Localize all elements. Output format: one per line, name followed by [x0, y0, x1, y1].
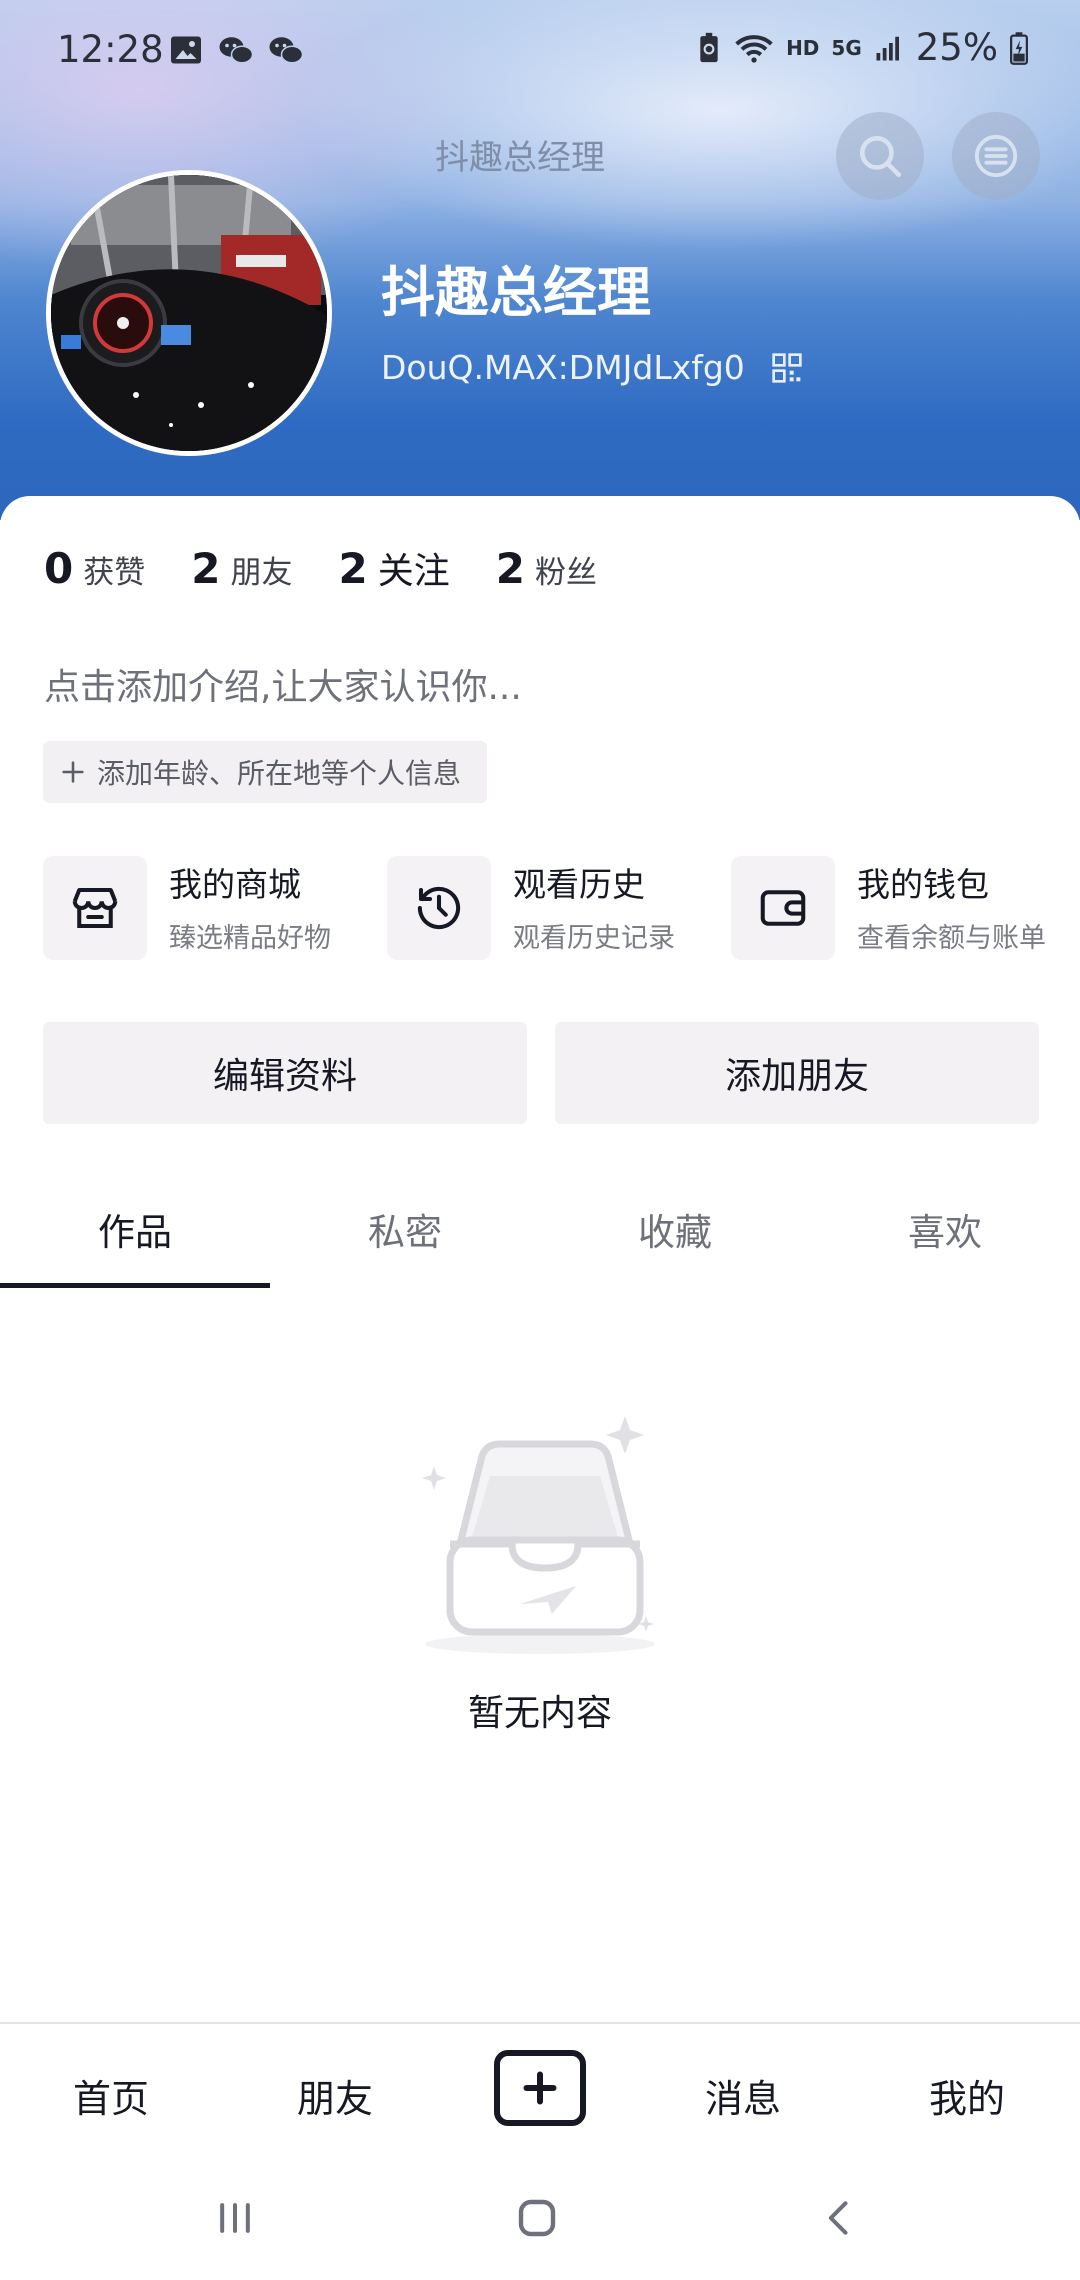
- empty-state-text: 暂无内容: [467, 1693, 612, 1734]
- bottom-nav-friends[interactable]: 朋友: [297, 2068, 373, 2123]
- bio-placeholder[interactable]: 点击添加介绍,让大家认识你...: [44, 658, 522, 710]
- shortcut-wallet-title: 我的钱包: [857, 864, 989, 904]
- stat-friends-value: 2: [191, 544, 221, 593]
- empty-box-icon: [422, 1416, 655, 1654]
- shortcut-store-subtitle: 臻选精品好物: [169, 922, 331, 954]
- stat-followers-value: 2: [495, 544, 525, 593]
- bottom-nav: 首页 朋友 消息 我的: [0, 2022, 1080, 2162]
- battery-percent: 25%: [915, 26, 998, 69]
- back-button[interactable]: [810, 2188, 870, 2248]
- notification-icons: [168, 32, 304, 68]
- plus-icon: [523, 2071, 557, 2105]
- profile-id-row[interactable]: DouQ.MAX:DMJdLxfg0: [381, 348, 803, 387]
- stat-likes-value: 0: [44, 544, 74, 593]
- stat-following-label: 关注: [377, 551, 450, 592]
- wifi-icon: [735, 34, 773, 63]
- wechat-icon: [219, 37, 254, 64]
- menu-icon: [974, 134, 1018, 178]
- stat-following[interactable]: 2 关注: [338, 542, 449, 594]
- avatar[interactable]: [46, 170, 332, 456]
- shortcut-history-title: 观看历史: [513, 864, 645, 904]
- qr-code-icon[interactable]: [771, 352, 803, 384]
- add-info-button[interactable]: 添加年龄、所在地等个人信息: [43, 741, 488, 803]
- shortcut-wallet-icon-box: [731, 856, 835, 960]
- stat-likes[interactable]: 0 获赞: [44, 544, 145, 593]
- shortcut-wallet-subtitle: 查看余额与账单: [857, 922, 1046, 954]
- profile-id: DouQ.MAX:DMJdLxfg0: [381, 348, 745, 387]
- home-button[interactable]: [507, 2188, 567, 2248]
- search-icon: [860, 136, 902, 178]
- bottom-nav-me[interactable]: 我的: [929, 2068, 1005, 2123]
- profile-card: 0 获赞 2 朋友 2 关注 2 粉丝 点击添加介绍,让大家认识你... 添加年…: [0, 496, 1080, 2022]
- tab-works[interactable]: 作品: [0, 1196, 270, 1288]
- stats-row: 0 获赞 2 朋友 2 关注 2 粉丝: [44, 542, 597, 594]
- tab-favorites[interactable]: 收藏: [540, 1196, 810, 1288]
- tab-private[interactable]: 私密: [270, 1196, 540, 1288]
- shortcut-store-title: 我的商城: [169, 864, 301, 904]
- signal-bars-icon: [876, 36, 899, 60]
- gallery-icon: [171, 36, 201, 64]
- status-time: 12:28: [57, 28, 164, 71]
- recent-apps-icon: [220, 2203, 250, 2233]
- system-status-icons: HD 5G 25%: [696, 26, 1028, 69]
- shortcut-wallet[interactable]: 我的钱包 查看余额与账单: [731, 856, 1046, 960]
- edit-profile-button[interactable]: 编辑资料: [43, 1022, 527, 1124]
- avatar-image: [51, 175, 327, 451]
- search-button[interactable]: [836, 112, 924, 200]
- empty-state: 暂无内容: [0, 1416, 1080, 1736]
- recent-apps-button[interactable]: [205, 2188, 265, 2248]
- store-icon: [72, 887, 118, 929]
- back-icon: [828, 2201, 848, 2235]
- stat-following-value: 2: [338, 544, 368, 593]
- menu-button[interactable]: [952, 112, 1040, 200]
- profile-name: 抖趣总经理: [381, 261, 651, 324]
- stat-friends[interactable]: 2 朋友: [191, 544, 292, 593]
- shortcut-history[interactable]: 观看历史 观看历史记录: [387, 856, 675, 960]
- content-tabs: 作品 私密 收藏 喜欢: [0, 1196, 1080, 1288]
- history-icon: [417, 886, 461, 930]
- tab-likes[interactable]: 喜欢: [810, 1196, 1080, 1288]
- bottom-nav-home[interactable]: 首页: [73, 2068, 149, 2123]
- battery-saver-icon: [700, 32, 718, 62]
- stat-followers[interactable]: 2 粉丝: [496, 544, 597, 593]
- shortcut-history-subtitle: 观看历史记录: [513, 922, 675, 954]
- wechat-icon-2: [269, 37, 304, 64]
- shortcut-store[interactable]: 我的商城 臻选精品好物: [43, 856, 331, 960]
- shortcuts-row: 我的商城 臻选精品好物 观看历史 观看历史记录 我的钱包 查看余额与账单: [43, 856, 1053, 960]
- wallet-icon: [760, 890, 806, 926]
- signal-type: 5G: [831, 35, 862, 60]
- create-button[interactable]: [494, 2050, 586, 2126]
- add-friend-button[interactable]: 添加朋友: [555, 1022, 1039, 1124]
- status-bar: 12:28 HD 5G 25%: [0, 0, 1080, 104]
- hd-indicator: HD: [786, 35, 820, 60]
- action-buttons: 编辑资料 添加朋友: [43, 1022, 1039, 1124]
- plus-icon: [62, 761, 84, 783]
- shortcut-store-icon-box: [43, 856, 147, 960]
- stat-followers-label: 粉丝: [534, 555, 597, 591]
- bottom-nav-messages[interactable]: 消息: [705, 2068, 781, 2123]
- home-icon: [518, 2199, 556, 2237]
- battery-charging-icon: [1010, 31, 1028, 65]
- stat-likes-label: 获赞: [83, 555, 146, 591]
- system-navigation-bar: [0, 2162, 1080, 2280]
- stat-friends-label: 朋友: [230, 555, 293, 591]
- shortcut-history-icon-box: [387, 856, 491, 960]
- add-info-label: 添加年龄、所在地等个人信息: [97, 757, 462, 790]
